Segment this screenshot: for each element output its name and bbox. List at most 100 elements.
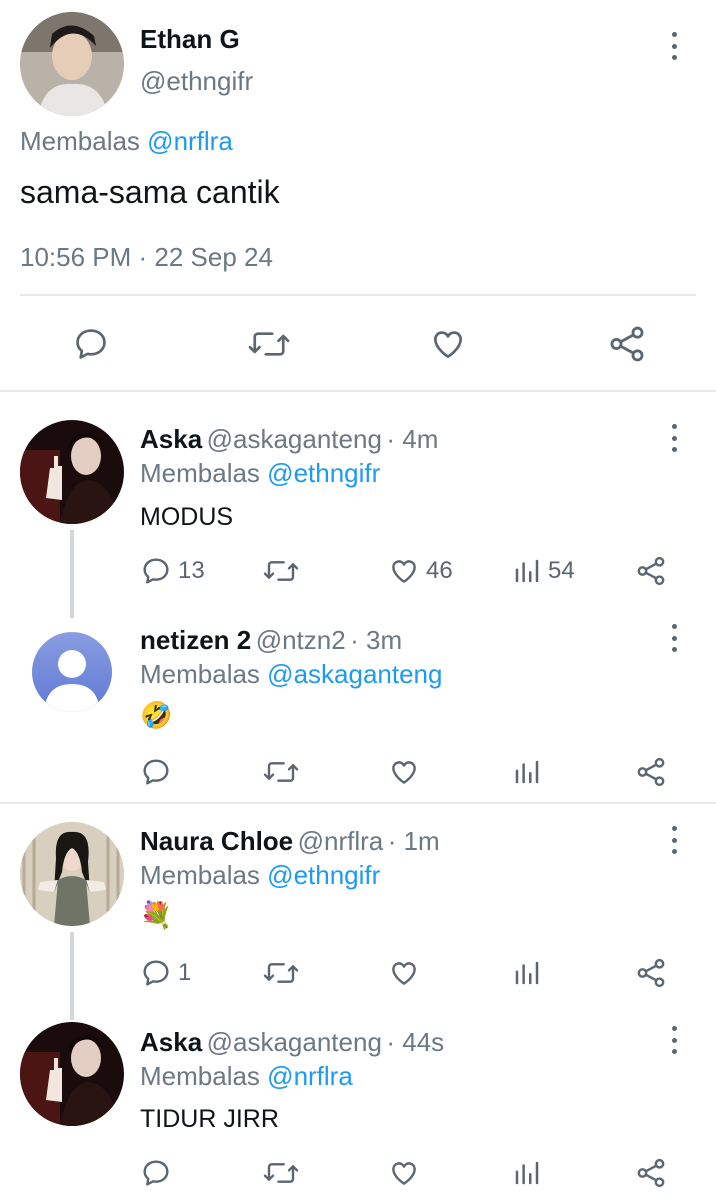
reply-header: netizen 2 @ntzn2 · 3m — [140, 625, 402, 656]
views-button[interactable] — [512, 957, 542, 989]
avatar-ethan[interactable] — [20, 12, 124, 116]
reply-to-handle[interactable]: @askaganteng — [267, 659, 442, 689]
tweet-text: sama-sama cantik — [20, 174, 280, 210]
reply-button[interactable]: 1 — [140, 957, 191, 989]
reply-time: · 44s — [386, 1027, 445, 1057]
retweet-button[interactable] — [262, 756, 300, 788]
avatar-default[interactable] — [32, 632, 112, 712]
like-button[interactable]: 46 — [388, 555, 453, 587]
reply-to-handle[interactable]: @ethngifr — [267, 458, 380, 488]
share-button[interactable] — [634, 755, 668, 789]
like-button[interactable] — [388, 1157, 420, 1189]
like-button[interactable] — [428, 325, 468, 363]
reply-author-handle[interactable]: @askaganteng — [207, 1027, 382, 1057]
avatar-aska[interactable] — [20, 420, 124, 524]
more-vertical-icon[interactable] — [669, 28, 679, 64]
reply-context: Membalas @ethngifr — [140, 860, 380, 891]
reply-header: Aska @askaganteng · 4m — [140, 424, 438, 455]
author-handle[interactable]: @ethngifr — [140, 66, 253, 97]
like-button[interactable] — [388, 756, 420, 788]
reply-context: Membalas @askaganteng — [140, 659, 442, 690]
more-vertical-icon[interactable] — [669, 822, 679, 858]
reply-author-name[interactable]: netizen 2 — [140, 625, 251, 655]
views-button[interactable] — [512, 1157, 542, 1189]
reply-text: MODUS — [140, 503, 234, 531]
retweet-icon — [263, 561, 299, 581]
retweet-icon — [263, 963, 299, 983]
section-divider — [0, 390, 716, 392]
thread-line — [70, 932, 74, 1020]
reply-count: 13 — [178, 557, 205, 584]
share-button[interactable] — [634, 554, 668, 588]
reply-button[interactable] — [140, 756, 172, 788]
retweet-button[interactable] — [262, 555, 300, 587]
author-name: Ethan G — [140, 24, 240, 54]
retweet-icon — [248, 332, 290, 356]
reply-author-name[interactable]: Aska — [140, 1027, 202, 1057]
reply-prefix: Membalas — [140, 860, 260, 890]
reply-context: Membalas @ethngifr — [140, 458, 380, 489]
reply-prefix: Membalas — [140, 659, 260, 689]
retweet-button[interactable] — [262, 957, 300, 989]
heart-icon — [392, 761, 416, 784]
reply-prefix: Membalas — [140, 1061, 260, 1091]
more-vertical-icon[interactable] — [669, 620, 679, 656]
share-icon — [637, 958, 665, 988]
reply-to-handle[interactable]: @ethngifr — [267, 860, 380, 890]
reply-author-handle[interactable]: @nrflra — [298, 826, 384, 856]
speech-bubble-icon — [143, 759, 169, 785]
retweet-button[interactable] — [262, 1157, 300, 1189]
reply-time: · 4m — [386, 424, 439, 454]
share-button[interactable] — [634, 956, 668, 990]
views-button[interactable] — [512, 756, 542, 788]
like-count: 46 — [426, 557, 453, 584]
tweet-timestamp[interactable]: 10:56 PM · 22 Sep 24 — [20, 242, 273, 273]
reply-button[interactable]: 13 — [140, 555, 205, 587]
reply-to-handle[interactable]: @nrflra — [267, 1061, 353, 1091]
reply-context: Membalas @nrflra — [140, 1061, 353, 1092]
more-vertical-icon[interactable] — [669, 1022, 679, 1058]
share-button[interactable] — [606, 323, 648, 365]
speech-bubble-icon — [76, 329, 106, 359]
like-button[interactable] — [388, 957, 420, 989]
reply-header: Aska @askaganteng · 44s — [140, 1027, 444, 1058]
reply-prefix: Membalas — [20, 126, 140, 156]
speech-bubble-icon — [143, 558, 169, 584]
heart-icon — [392, 560, 416, 583]
reply-header: Naura Chloe @nrflra · 1m — [140, 826, 440, 857]
more-vertical-icon[interactable] — [669, 420, 679, 456]
reply-author-name[interactable]: Naura Chloe — [140, 826, 293, 856]
reply-text: TIDUR JIRR — [140, 1105, 279, 1133]
reply-count: 1 — [178, 959, 192, 986]
thread-line — [70, 530, 74, 618]
reply-button[interactable] — [140, 1157, 172, 1189]
share-button[interactable] — [634, 1156, 668, 1190]
reply-text: 🤣 — [140, 700, 173, 730]
bar-chart-icon — [515, 559, 539, 583]
heart-icon — [433, 331, 463, 359]
reply-author-handle[interactable]: @askaganteng — [207, 424, 382, 454]
heart-icon — [392, 1162, 416, 1185]
views-button[interactable]: 54 — [512, 555, 575, 587]
reply-text: 💐 — [140, 900, 173, 930]
reply-to-handle[interactable]: @nrflra — [147, 126, 233, 156]
bar-chart-icon — [515, 760, 539, 784]
separator — [20, 294, 696, 296]
share-icon — [610, 326, 644, 362]
reply-author-handle[interactable]: @ntzn2 — [256, 625, 346, 655]
share-icon — [637, 757, 665, 787]
avatar-aska[interactable] — [20, 1022, 124, 1126]
view-count: 54 — [548, 557, 575, 584]
bar-chart-icon — [515, 1161, 539, 1185]
reply-button[interactable] — [72, 325, 110, 363]
avatar-naura[interactable] — [20, 822, 124, 926]
heart-icon — [392, 962, 416, 985]
reply-time: · 1m — [387, 826, 440, 856]
reply-author-name[interactable]: Aska — [140, 424, 202, 454]
speech-bubble-icon — [143, 1160, 169, 1186]
retweet-icon — [263, 762, 299, 782]
reply-time: · 3m — [350, 625, 403, 655]
reply-context: Membalas @nrflra — [20, 126, 233, 157]
retweet-button[interactable] — [246, 325, 292, 363]
share-icon — [637, 1158, 665, 1188]
